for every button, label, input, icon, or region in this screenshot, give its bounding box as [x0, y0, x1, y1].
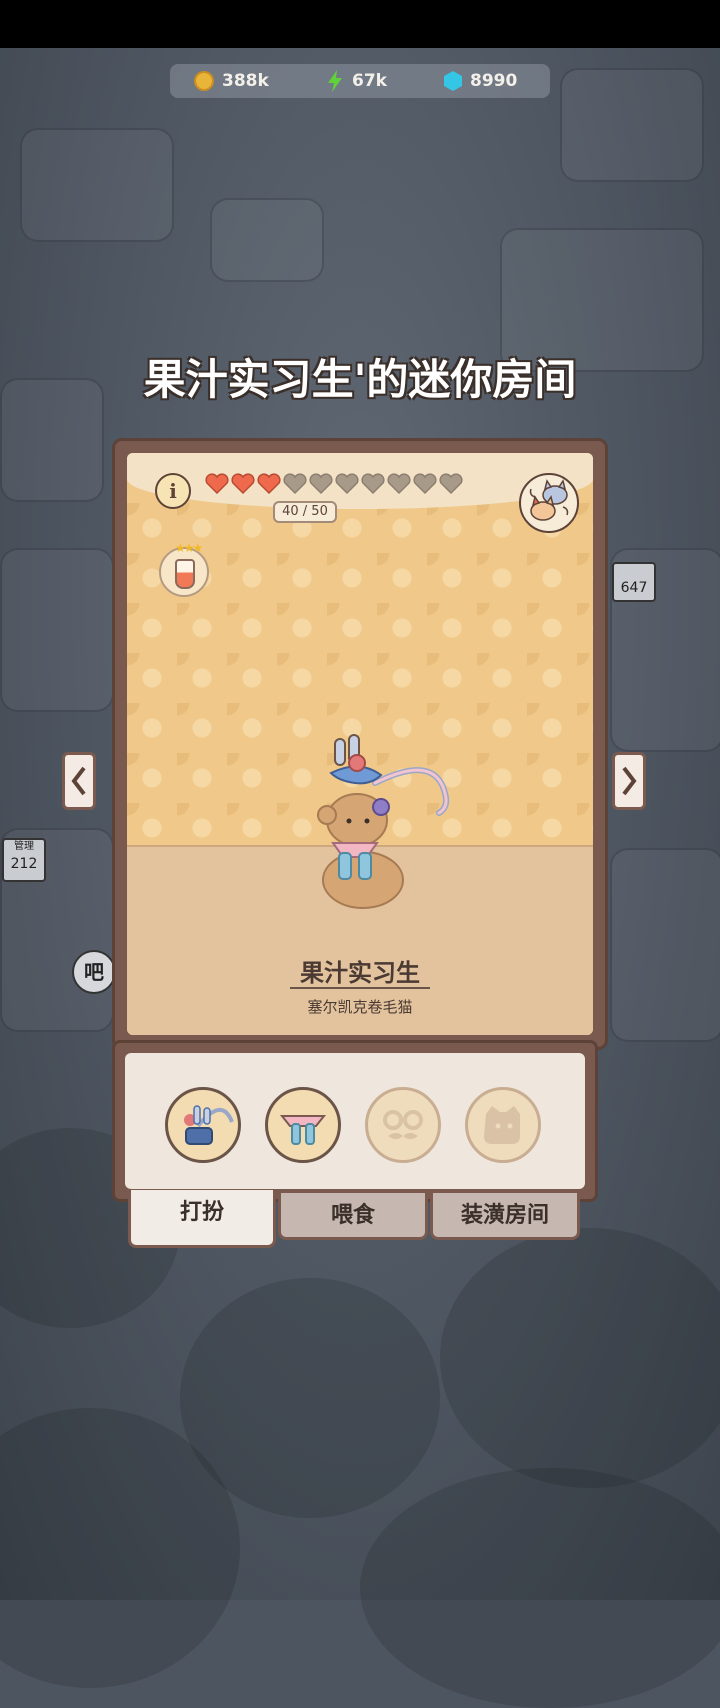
tab-dress-up[interactable]: 打扮	[128, 1190, 276, 1248]
coin-icon	[194, 71, 214, 91]
cat-swap-icon	[529, 479, 569, 521]
heart-empty-icon	[387, 473, 411, 495]
gem-counter: 8990	[444, 64, 517, 98]
star-rating-icon: ★★★	[175, 541, 203, 555]
background-sign-right: 647	[612, 562, 656, 602]
costume-slot[interactable]	[465, 1087, 541, 1163]
background-speech-bubble-text: 吧	[84, 960, 104, 984]
name-divider	[290, 987, 430, 989]
cat-costume-icon	[484, 1106, 520, 1144]
background-sign-right-number: 647	[620, 580, 648, 596]
heart-empty-icon	[335, 473, 359, 495]
heart-filled-icon	[205, 473, 229, 495]
potion-bottle-button[interactable]: ★★★	[159, 541, 209, 597]
chevron-right-icon	[622, 766, 637, 796]
heart-empty-icon	[439, 473, 463, 495]
affection-hearts	[205, 473, 463, 495]
heart-empty-icon	[283, 473, 307, 495]
glasses-mustache-icon	[383, 1110, 423, 1139]
coin-amount: 388k	[222, 71, 269, 91]
lightning-icon	[328, 70, 342, 92]
item-panel	[112, 1040, 598, 1202]
chevron-left-icon	[71, 766, 86, 796]
affection-counter: 40 / 50	[273, 501, 337, 523]
heart-empty-icon	[361, 473, 385, 495]
bottle-icon	[175, 559, 195, 589]
energy-counter: 67k	[326, 64, 387, 98]
background-sign-left: 管理 212	[2, 838, 46, 882]
heart-filled-icon	[231, 473, 255, 495]
heart-empty-icon	[413, 473, 437, 495]
room-title: 果汁实习生'的迷你房间	[143, 355, 577, 404]
glasses-slot[interactable]	[365, 1087, 441, 1163]
headband-outfit-icon	[184, 1105, 234, 1145]
collar-icon	[279, 1115, 327, 1145]
cat-room-card: i 40 / 50 ★★★ 果汁实习生 塞尔凯克卷毛猫	[112, 438, 608, 1050]
cat-name: 果汁实习生	[300, 959, 420, 987]
background-sign-left-number: 212	[10, 856, 38, 872]
heart-empty-icon	[309, 473, 333, 495]
background-speech-bubble: 吧	[72, 950, 116, 994]
collar-slot[interactable]	[265, 1087, 341, 1163]
cat-breed: 塞尔凯克卷毛猫	[307, 998, 413, 1016]
switch-cat-button[interactable]	[519, 473, 579, 533]
heart-filled-icon	[257, 473, 281, 495]
next-cat-button[interactable]	[612, 752, 646, 810]
gem-amount: 8990	[470, 71, 518, 91]
cat-character	[317, 734, 450, 909]
info-button[interactable]: i	[155, 473, 191, 509]
tab-decorate-room[interactable]: 装潢房间	[430, 1190, 580, 1240]
item-panel-inner	[125, 1053, 585, 1189]
tab-feed[interactable]: 喂食	[278, 1190, 428, 1240]
background-sign-left-top: 管理	[14, 841, 34, 852]
gem-icon	[444, 71, 462, 91]
cat-room-scene: i 40 / 50 ★★★ 果汁实习生 塞尔凯克卷毛猫	[127, 453, 593, 1035]
coin-counter: 388k	[194, 64, 269, 98]
previous-cat-button[interactable]	[62, 752, 96, 810]
status-bar	[0, 0, 720, 48]
currency-bar: 388k 67k 8990	[170, 64, 550, 98]
energy-amount: 67k	[352, 71, 387, 91]
equipped-outfit-slot[interactable]	[165, 1087, 241, 1163]
